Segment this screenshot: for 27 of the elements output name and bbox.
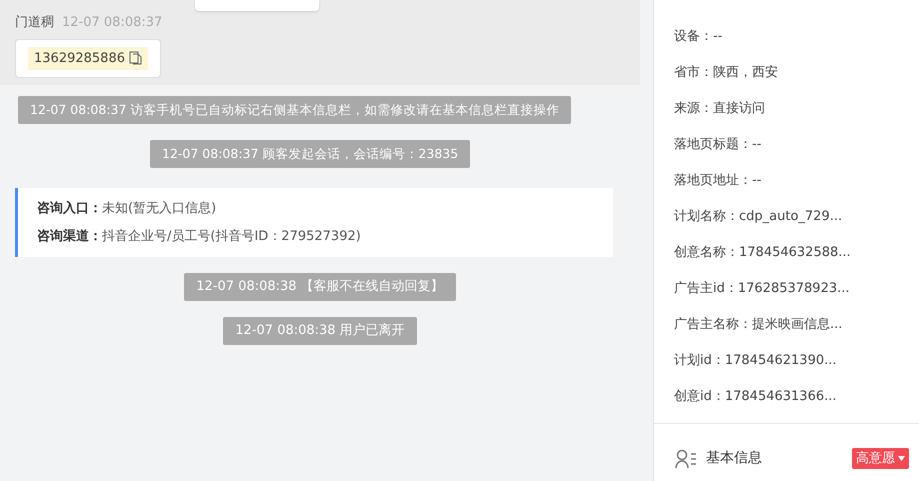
- info-item: 来源：直接访问: [674, 100, 766, 118]
- info-item: 省市：陕西，西安: [674, 64, 779, 82]
- copy-icon[interactable]: [128, 51, 142, 66]
- intent-dropdown[interactable]: 高意愿: [852, 448, 909, 469]
- info-item: 设备：--: [674, 28, 724, 46]
- system-message: 12-07 08:08:38 【客服不在线自动回复】: [184, 273, 456, 301]
- info-item: 计划id：178454621390...: [674, 352, 838, 370]
- info-item: 创意id：178454631366...: [674, 388, 838, 406]
- info-item: 广告主id：176285378923...: [674, 280, 851, 298]
- field-value: 抖音企业号/员工号(抖音号ID：279527392): [102, 228, 361, 246]
- info-item: 落地页标题：--: [674, 136, 762, 154]
- system-message: 12-07 08:08:37 顾客发起会话，会话编号：23835: [150, 140, 470, 168]
- info-item: 广告主名称：提米映画信息...: [674, 316, 844, 334]
- section-title: 基本信息: [706, 449, 762, 468]
- caret-icon: [898, 456, 905, 461]
- sender-name: 门道稠: [15, 14, 54, 32]
- field-value: 未知(暂无入口信息): [102, 200, 216, 218]
- phone-number: 13629285886: [34, 50, 125, 68]
- info-item: 落地页地址：--: [674, 172, 762, 190]
- system-message: 12-07 08:08:38 用户已离开: [223, 317, 417, 345]
- system-message: 12-07 08:08:37 访客手机号已自动标记右侧基本信息栏，如需修改请在基本信息栏直接操作: [18, 96, 572, 124]
- field-label: 咨询入口：: [37, 200, 102, 218]
- field-label: 咨询渠道：: [37, 228, 102, 246]
- user-list-icon: [675, 448, 698, 468]
- info-item: 计划名称：cdp_auto_729...: [674, 208, 844, 226]
- info-item: 创意名称：178454632588...: [674, 244, 852, 262]
- message-time: 12-07 08:08:37: [62, 14, 162, 32]
